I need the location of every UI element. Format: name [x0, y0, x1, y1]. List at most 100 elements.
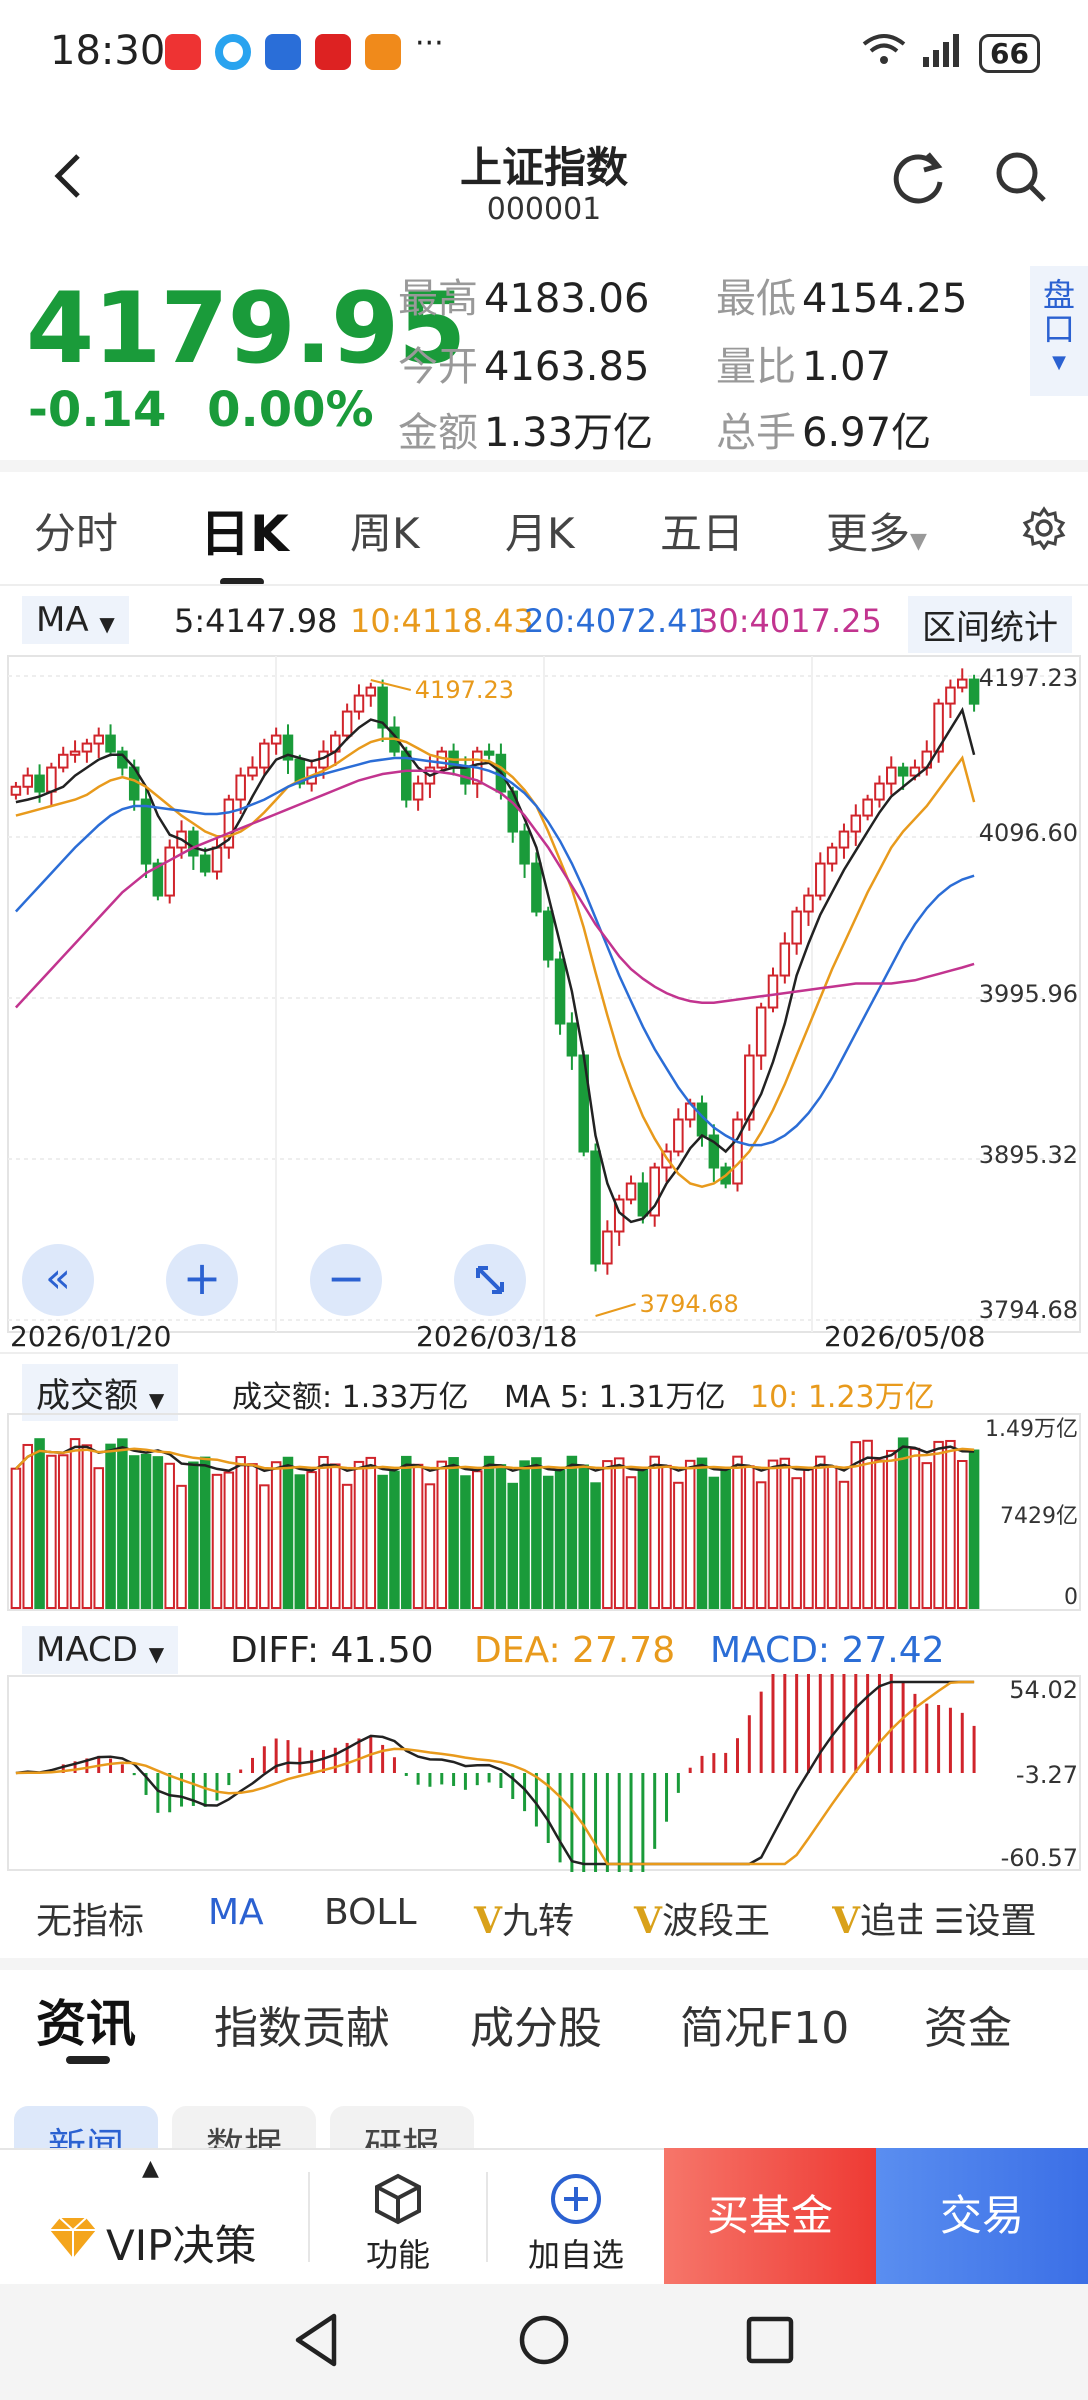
volume-bar-down: [495, 1464, 507, 1609]
tab-fenshi[interactable]: 分时: [34, 500, 118, 561]
caret-down-icon: ▼: [148, 1642, 165, 1666]
candle-down: [637, 1182, 649, 1217]
ma-selector[interactable]: MA ▼: [22, 596, 129, 644]
buy-fund-button[interactable]: 买基金: [664, 2148, 876, 2284]
refresh-button[interactable]: [890, 148, 948, 210]
indicator-none[interactable]: 无指标: [36, 1892, 144, 1944]
system-recents-button[interactable]: [744, 2314, 796, 2370]
vip-label: VIP决策: [106, 2221, 257, 2270]
stat-low: 最低 4154.25: [716, 276, 968, 322]
volume-bar-down: [720, 1468, 731, 1609]
tab-daily-k[interactable]: 日K: [200, 494, 289, 566]
volume-bar-down: [542, 1475, 554, 1609]
volume-y-tick: 1.49万亿: [985, 1417, 1078, 1442]
change-value: -0.14: [28, 382, 167, 438]
stat-volratio: 量比 1.07: [716, 344, 892, 390]
volume-ma10: 10: 1.23万亿: [750, 1380, 935, 1415]
tab-five-day[interactable]: 五日: [660, 500, 744, 561]
macd-selector[interactable]: MACD ▼: [22, 1626, 179, 1674]
indicator-settings-button[interactable]: ☰设置: [922, 1880, 1088, 1960]
volume-bar-up: [436, 1460, 448, 1609]
y-tick-label: 3794.68: [979, 1296, 1078, 1324]
system-back-button[interactable]: [290, 2312, 342, 2372]
info-tab-contribution[interactable]: 指数贡献: [214, 1992, 390, 2056]
zoom-in-button[interactable]: +: [166, 1244, 238, 1316]
search-button[interactable]: [994, 150, 1048, 208]
caret-down-icon: ▼: [99, 612, 115, 636]
volume-bar-up: [826, 1465, 838, 1609]
candle-up: [365, 686, 377, 697]
candle-up: [625, 1182, 637, 1201]
indicator-ma[interactable]: MA: [208, 1892, 264, 1933]
tab-more[interactable]: 更多▼: [826, 500, 927, 561]
volume-bar-down: [448, 1457, 459, 1609]
candle-up: [211, 846, 223, 873]
volume-y-tick: 0: [1064, 1585, 1078, 1610]
volume-bar-down: [507, 1482, 519, 1609]
vip-decision-button[interactable]: ▲ VIP决策: [0, 2148, 308, 2284]
volume-bar-down: [483, 1455, 495, 1610]
candle-down: [34, 774, 45, 793]
fullscreen-button[interactable]: [454, 1244, 526, 1316]
indicator-boduanwang[interactable]: V波段王: [634, 1892, 770, 1944]
expand-icon: [476, 1266, 504, 1294]
caret-up-icon: ▲: [142, 2156, 159, 2181]
zoom-out-button[interactable]: −: [310, 1244, 382, 1316]
volume-chart[interactable]: 1.49万亿 7429亿 0: [0, 1412, 1088, 1612]
tab-weekly-k[interactable]: 周K: [350, 500, 420, 561]
volume-bar-down: [897, 1437, 909, 1610]
app-notification-icon: [315, 34, 351, 70]
candle-down: [968, 678, 980, 705]
info-tab-f10[interactable]: 简况F10: [680, 1992, 849, 2056]
period-tabs: 分时 日K 周K 月K 五日 更多▼: [0, 470, 1088, 590]
volume-bar-up: [471, 1470, 483, 1609]
candle-up: [779, 942, 791, 977]
kline-chart[interactable]: 4197.23 4096.60 3995.96 3895.32 3794.68 4197.…: [0, 654, 1088, 1354]
pankou-button[interactable]: 盘口 ▼: [1030, 266, 1088, 396]
tab-monthly-k[interactable]: 月K: [505, 500, 575, 561]
chart-settings-button[interactable]: [1022, 506, 1066, 554]
volume-bar-up: [613, 1457, 625, 1610]
divider: [0, 1958, 1088, 1970]
volume-bar-up: [956, 1460, 968, 1609]
candle-up: [235, 774, 246, 801]
x-label-start: 2026/01/20: [10, 1320, 172, 1353]
candle-up: [341, 710, 353, 737]
status-bar: 18:30 ··· 66: [0, 0, 1088, 110]
ma20-value: 20:4072.41: [524, 602, 708, 640]
info-tab-funds[interactable]: 资金: [924, 1992, 1012, 2056]
candle-up: [956, 678, 968, 689]
candle-up: [791, 910, 802, 945]
macd-value: MACD: 27.42: [710, 1630, 945, 1671]
candle-up: [838, 830, 850, 849]
macd-chart[interactable]: 54.02 -3.27 -60.57: [0, 1674, 1088, 1872]
volume-bar-up: [412, 1463, 424, 1610]
candle-down: [531, 862, 542, 913]
add-watchlist-button[interactable]: 加自选: [488, 2148, 664, 2284]
info-tab-news[interactable]: 资讯: [36, 1984, 136, 2056]
indicator-boll[interactable]: BOLL: [324, 1892, 417, 1933]
function-button[interactable]: 功能: [310, 2148, 486, 2284]
volume-bar-down: [117, 1438, 128, 1610]
volume-bar-down: [105, 1443, 116, 1609]
info-tabs: 资讯 指数贡献 成分股 简况F10 资金: [0, 1970, 1088, 2064]
volume-bar-up: [93, 1467, 104, 1609]
indicator-jiuzhuan[interactable]: V九转: [474, 1892, 574, 1944]
volume-bar-up: [424, 1483, 436, 1609]
status-time: 18:30: [50, 28, 166, 74]
scroll-left-button[interactable]: «: [22, 1244, 94, 1316]
volume-bar-up: [341, 1483, 353, 1609]
volume-bar-up: [235, 1456, 246, 1609]
max-annotation: 4197.23: [415, 676, 514, 704]
candle-up: [755, 1006, 767, 1057]
indicator-zhuiji[interactable]: V追击: [832, 1892, 922, 1944]
search-icon: [996, 152, 1046, 202]
candle-up: [850, 814, 862, 833]
volume-bar-down: [696, 1457, 708, 1610]
candle-up: [826, 846, 838, 865]
minus-icon: −: [326, 1251, 366, 1305]
info-tab-components[interactable]: 成分股: [470, 1992, 602, 2056]
trade-button[interactable]: 交易: [876, 2148, 1088, 2284]
range-stats-button[interactable]: 区间统计: [908, 596, 1072, 653]
system-home-button[interactable]: [516, 2312, 572, 2372]
